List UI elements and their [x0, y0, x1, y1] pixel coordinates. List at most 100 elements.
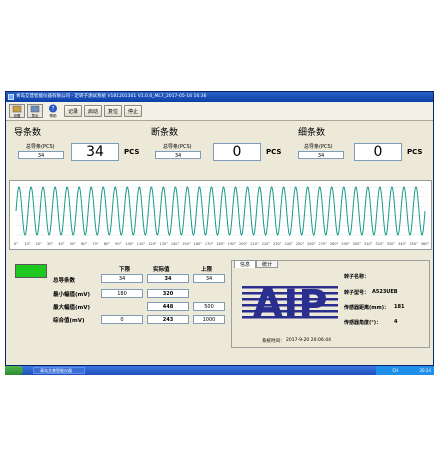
counter-unit: PCS — [124, 148, 140, 156]
export-icon — [30, 105, 40, 113]
x-tick-label: 60° — [81, 242, 87, 246]
counter-title: 断条数 — [151, 128, 179, 138]
help-icon-button[interactable]: ? 帮助 — [45, 104, 61, 118]
help-icon-label: 帮助 — [49, 114, 57, 118]
taskbar-app-item[interactable]: 青岛艾普智能仪器 — [33, 367, 85, 374]
sensor-angle-value: 4 — [394, 319, 398, 325]
x-tick-label: 230° — [273, 242, 282, 246]
x-tick-label: 20° — [36, 242, 42, 246]
x-tick-label: 330° — [387, 242, 396, 246]
app-icon — [8, 94, 14, 100]
x-tick-label: 10° — [24, 242, 30, 246]
counter-set-value: 34 — [298, 151, 344, 159]
stop-button[interactable]: 停止 — [124, 105, 142, 117]
main-window: 青岛艾普智能仪器有限公司 - 定转子测试系统 V181201301 V1.0.0… — [5, 91, 434, 366]
cell-composite-upper: 1000 — [193, 315, 225, 324]
x-tick-label: 110° — [137, 242, 146, 246]
x-tick-label: 140° — [171, 242, 180, 246]
header-lower: 下限 — [119, 267, 131, 273]
cell-max-upper: 500 — [193, 302, 225, 311]
x-tick-label: 90° — [115, 242, 121, 246]
x-tick-label: 300° — [353, 242, 362, 246]
x-tick-label: 30° — [47, 242, 53, 246]
system-time-label: 系统时间： — [262, 339, 285, 344]
counter-unit: PCS — [407, 148, 423, 156]
x-tick-label: 40° — [58, 242, 64, 246]
counter-panel-thin: 细条数 总导条(PCS) 34 0 PCS — [298, 128, 428, 161]
help-icon: ? — [49, 104, 57, 113]
info-panel: 信息 统计 AIP 转子名称： 转子型号： A523UEB 传感器距离(mm)：… — [231, 260, 430, 348]
x-tick-label: 80° — [104, 242, 110, 246]
counter-panel-broken: 断条数 总导条(PCS) 34 0 PCS — [151, 128, 281, 161]
x-tick-label: 340° — [398, 242, 407, 246]
rotor-name-label: 转子名称： — [344, 274, 370, 280]
cell-composite-lower: 0 — [101, 315, 143, 324]
reset-button[interactable]: 复位 — [104, 105, 122, 117]
window-title: 青岛艾普智能仪器有限公司 - 定转子测试系统 V181201301 V1.0.0… — [16, 94, 207, 99]
sensor-angle-label: 传感器角度(°)： — [344, 320, 382, 326]
export-icon-button[interactable]: 导出 — [27, 104, 43, 118]
waveform-display: 0° 10° 20° 30° 40° 50° 60° 70° 80° 90° 100° 110° 120… — [9, 180, 432, 250]
cell-total-upper: 34 — [193, 274, 225, 283]
waveform-line — [15, 186, 426, 236]
tab-stats[interactable]: 统计 — [256, 260, 278, 268]
toolbar: 设置 导出 ? 帮助 记录 启动 复位 停止 — [6, 102, 433, 121]
counter-set-value: 34 — [18, 151, 64, 159]
record-button[interactable]: 记录 — [64, 105, 82, 117]
row-label-min: 最小幅值(mV) — [53, 292, 91, 298]
counter-count-display: 0 — [213, 143, 261, 161]
tab-info[interactable]: 信息 — [234, 260, 256, 268]
svg-text:?: ? — [51, 106, 54, 113]
cell-total-actual: 34 — [147, 274, 189, 283]
cell-min-actual: 320 — [147, 289, 189, 298]
x-tick-label: 250° — [296, 242, 305, 246]
cell-total-lower: 34 — [101, 274, 143, 283]
x-tick-label: 320° — [375, 242, 384, 246]
export-icon-label: 导出 — [31, 114, 39, 118]
x-tick-label: 190° — [228, 242, 237, 246]
sensor-distance-value: 181 — [394, 304, 405, 310]
counter-sub-label: 总导条(PCS) — [304, 144, 333, 150]
x-tick-label: 130° — [159, 242, 168, 246]
cell-max-actual: 448 — [147, 302, 189, 311]
x-tick-label: 70° — [92, 242, 98, 246]
row-label-composite: 综合值(mV) — [53, 318, 85, 324]
header-upper: 上限 — [201, 267, 213, 273]
title-bar: 青岛艾普智能仪器有限公司 - 定转子测试系统 V181201301 V1.0.0… — [6, 92, 433, 102]
x-tick-label: 50° — [70, 242, 76, 246]
x-tick-label: 240° — [284, 242, 293, 246]
tray-clock: 20:34 — [419, 368, 431, 373]
waveform-plot: 0° 10° 20° 30° 40° 50° 60° 70° 80° 90° 100° 110° 120… — [14, 186, 430, 246]
start-menu-button[interactable] — [5, 366, 23, 375]
x-tick-label: 160° — [194, 242, 203, 246]
cell-composite-actual: 243 — [147, 315, 189, 324]
system-time-value: 2017-9-20 20:06:44 — [286, 338, 331, 343]
x-tick-label: 200° — [239, 242, 248, 246]
start-button[interactable]: 启动 — [84, 105, 102, 117]
rotor-model-label: 转子型号： — [344, 290, 370, 296]
rotor-model-value: A523UEB — [372, 289, 398, 295]
aip-logo: AIP — [242, 283, 338, 323]
settings-icon — [12, 105, 22, 113]
sensor-distance-label: 传感器距离(mm)： — [344, 305, 389, 311]
counter-count-display: 0 — [354, 143, 402, 161]
x-tick-label: 210° — [250, 242, 259, 246]
x-tick-label: 150° — [182, 242, 191, 246]
tray-lang: CH — [392, 368, 399, 373]
system-tray: CH 20:34 — [376, 366, 434, 375]
header-actual: 实际值 — [153, 267, 170, 273]
x-tick-label: 290° — [341, 242, 350, 246]
x-tick-label: 100° — [125, 242, 134, 246]
counter-panel-guide: 导条数 总导条(PCS) 34 34 PCS — [14, 128, 144, 161]
x-tick-label: 280° — [330, 242, 339, 246]
settings-icon-button[interactable]: 设置 — [9, 104, 25, 118]
x-tick-label: 350° — [409, 242, 418, 246]
x-tick-label: 220° — [262, 242, 271, 246]
x-tick-label: 0° — [14, 242, 18, 246]
taskbar: 青岛艾普智能仪器 CH 20:34 — [5, 366, 434, 375]
settings-icon-label: 设置 — [13, 114, 21, 118]
x-tick-label: 360° — [421, 242, 430, 246]
row-label-max: 最大幅值(mV) — [53, 305, 91, 311]
counter-sub-label: 总导条(PCS) — [26, 144, 55, 150]
x-tick-label: 120° — [148, 242, 157, 246]
